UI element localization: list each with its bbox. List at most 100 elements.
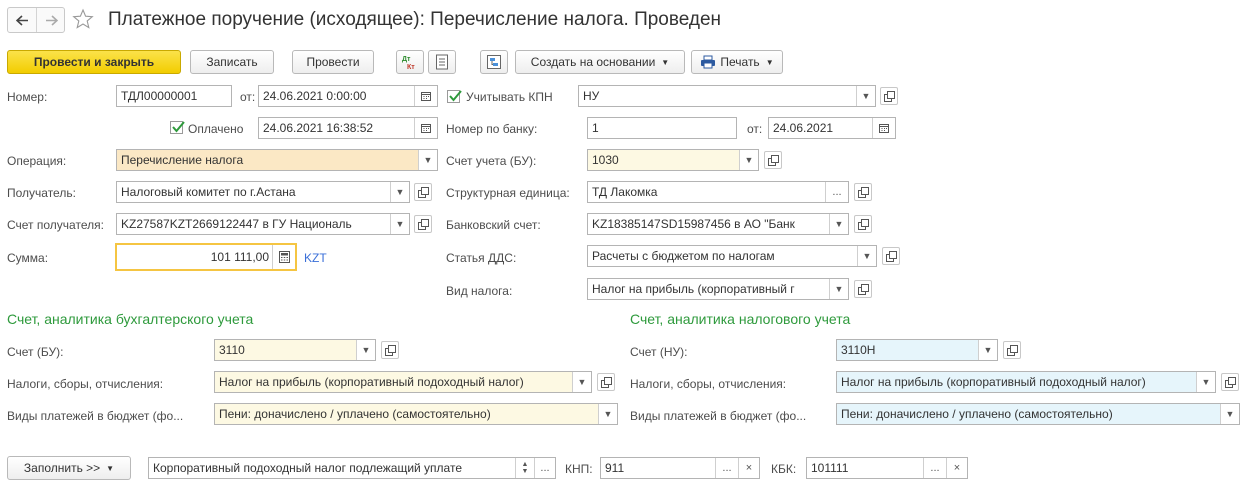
unit-select[interactable]: ТД Лакомка ...: [587, 181, 849, 203]
arrow-left-icon: [15, 14, 28, 26]
operation-select[interactable]: Перечисление налога ▼: [116, 149, 438, 171]
amount-field[interactable]: 101 111,00: [115, 243, 297, 271]
open-icon[interactable]: [880, 87, 898, 105]
chevron-down-icon[interactable]: ▼: [572, 372, 591, 392]
structure-button[interactable]: [480, 50, 508, 74]
nu-taxes-select[interactable]: Налог на прибыль (корпоративный подоходн…: [836, 371, 1216, 393]
clear-icon[interactable]: ×: [946, 458, 967, 478]
recipient-value: Налоговый комитет по г.Астана: [121, 185, 296, 199]
post-and-close-button[interactable]: Провести и закрыть: [7, 50, 181, 74]
nu-payments-label: Виды платежей в бюджет (фо...: [630, 409, 807, 423]
chevron-down-icon[interactable]: ▼: [978, 340, 997, 360]
nu-account-value: 3110Н: [841, 343, 876, 357]
print-button[interactable]: Печать ▼: [691, 50, 783, 74]
open-icon[interactable]: [414, 215, 432, 233]
open-icon[interactable]: [1003, 341, 1021, 359]
open-icon[interactable]: [597, 373, 615, 391]
back-button[interactable]: [8, 8, 37, 32]
number-field[interactable]: ТДЛ00000001: [116, 85, 232, 107]
calculator-icon[interactable]: [272, 245, 295, 269]
kbk-value: 101111: [811, 461, 849, 475]
chevron-down-icon[interactable]: ▼: [418, 150, 437, 170]
fill-button[interactable]: Заполнить >> ▼: [7, 456, 131, 480]
chevron-down-icon[interactable]: ▼: [829, 279, 848, 299]
chevron-down-icon[interactable]: ▼: [390, 214, 409, 234]
ellipsis-icon[interactable]: ...: [825, 182, 848, 202]
bu-payments-select[interactable]: Пени: доначислено / уплачено (самостояте…: [214, 403, 618, 425]
chevron-down-icon[interactable]: ▼: [739, 150, 758, 170]
hierarchy-icon: [487, 55, 501, 69]
date-field[interactable]: 24.06.2021 0:00:00: [258, 85, 438, 107]
bu-taxes-select[interactable]: Налог на прибыль (корпоративный подоходн…: [214, 371, 592, 393]
currency-link[interactable]: KZT: [304, 251, 327, 265]
recipient-account-select[interactable]: KZ27587KZT2669122447 в ГУ Националь ▼: [116, 213, 410, 235]
bank-account-select[interactable]: KZ18385147SD15987456 в АО "Банк ▼: [587, 213, 849, 235]
amount-label: Сумма:: [7, 251, 49, 265]
purpose-field[interactable]: Корпоративный подоходный налог подлежащи…: [148, 457, 556, 479]
bank-number-label: Номер по банку:: [446, 122, 538, 136]
nu-account-select[interactable]: 3110Н ▼: [836, 339, 998, 361]
spinner-icon[interactable]: ▲ ▼: [515, 458, 534, 478]
unit-value: ТД Лакомка: [592, 185, 658, 199]
paid-date-field[interactable]: 24.06.2021 16:38:52: [258, 117, 438, 139]
kbk-field[interactable]: 101111 ... ×: [806, 457, 968, 479]
kpn-select[interactable]: НУ ▼: [578, 85, 876, 107]
chevron-down-icon[interactable]: ▼: [1220, 404, 1239, 424]
nu-section-title: Счет, аналитика налогового учета: [630, 311, 851, 327]
account-bu-value: 1030: [592, 153, 619, 167]
forward-button[interactable]: [37, 8, 65, 32]
chevron-down-icon: ▼: [765, 57, 774, 67]
report-button[interactable]: [428, 50, 456, 74]
post-button[interactable]: Провести: [292, 50, 374, 74]
paid-checkbox[interactable]: [170, 121, 185, 134]
number-label: Номер:: [7, 90, 48, 104]
open-icon[interactable]: [414, 183, 432, 201]
fill-label: Заполнить >>: [23, 461, 101, 475]
page-title: Платежное поручение (исходящее): Перечис…: [108, 9, 722, 30]
chevron-down-icon[interactable]: ▼: [1196, 372, 1215, 392]
kbk-label: КБК:: [771, 462, 797, 476]
create-based-on-button[interactable]: Создать на основании ▼: [515, 50, 685, 74]
calendar-icon[interactable]: [872, 118, 895, 138]
recipient-select[interactable]: Налоговый комитет по г.Астана ▼: [116, 181, 410, 203]
operation-value: Перечисление налога: [121, 153, 244, 167]
knp-label: КНП:: [565, 462, 593, 476]
kpn-checkbox[interactable]: [447, 90, 462, 103]
calendar-icon[interactable]: [414, 118, 437, 138]
purpose-value: Корпоративный подоходный налог подлежащи…: [153, 461, 463, 475]
open-icon[interactable]: [882, 247, 900, 265]
bu-account-select[interactable]: 3110 ▼: [214, 339, 376, 361]
open-icon[interactable]: [854, 215, 872, 233]
knp-value: 911: [605, 461, 625, 475]
nav-group: [7, 7, 65, 33]
open-icon[interactable]: [854, 280, 872, 298]
svg-text:Дт: Дт: [402, 56, 411, 63]
account-bu-select[interactable]: 1030 ▼: [587, 149, 759, 171]
dds-select[interactable]: Расчеты с бюджетом по налогам ▼: [587, 245, 877, 267]
ellipsis-icon[interactable]: ...: [534, 458, 555, 478]
chevron-down-icon[interactable]: ▼: [356, 340, 375, 360]
bank-date-value: 24.06.2021: [773, 121, 834, 135]
bank-date-field[interactable]: 24.06.2021: [768, 117, 896, 139]
ellipsis-icon[interactable]: ...: [923, 458, 946, 478]
chevron-down-icon[interactable]: ▼: [598, 404, 617, 424]
chevron-down-icon[interactable]: ▼: [829, 214, 848, 234]
clear-icon[interactable]: ×: [738, 458, 759, 478]
open-icon[interactable]: [764, 151, 782, 169]
bank-number-field[interactable]: 1: [587, 117, 737, 139]
save-button[interactable]: Записать: [190, 50, 274, 74]
chevron-down-icon[interactable]: ▼: [856, 86, 875, 106]
ellipsis-icon[interactable]: ...: [715, 458, 738, 478]
calendar-icon[interactable]: [414, 86, 437, 106]
open-icon[interactable]: [1221, 373, 1239, 391]
tax-type-select[interactable]: Налог на прибыль (корпоративный г ▼: [587, 278, 849, 300]
chevron-down-icon[interactable]: ▼: [390, 182, 409, 202]
unit-label: Структурная единица:: [446, 186, 570, 200]
open-icon[interactable]: [854, 183, 872, 201]
knp-field[interactable]: 911 ... ×: [600, 457, 760, 479]
chevron-down-icon[interactable]: ▼: [857, 246, 876, 266]
nu-payments-select[interactable]: Пени: доначислено / уплачено (самостояте…: [836, 403, 1240, 425]
favorite-star-icon[interactable]: [72, 8, 96, 32]
open-icon[interactable]: [381, 341, 399, 359]
dt-kt-button[interactable]: Дт Кт: [396, 50, 424, 74]
